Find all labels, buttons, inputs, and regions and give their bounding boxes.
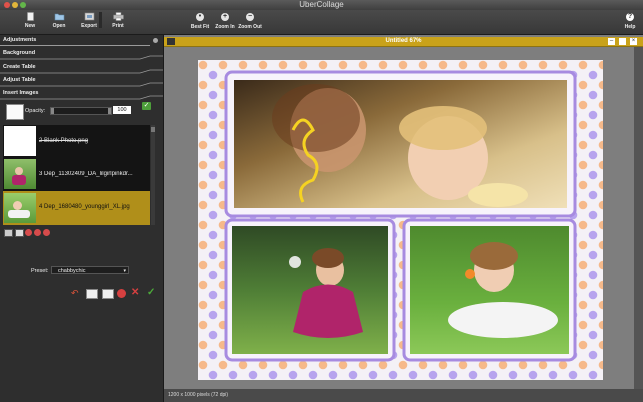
best-fit-button[interactable]: • Best Fit (189, 11, 211, 33)
export-icon (84, 12, 94, 21)
main-toolbar: New Open Export Print • Best Fit + Zoom … (0, 10, 643, 35)
image-list: 2 Blank Photo.png 3 Dep_11302409_DA_lilg… (3, 125, 150, 225)
new-button[interactable]: New (20, 11, 40, 33)
list-item-label: 3 Dep_11302409_DA_lilgirlpinkdr... (39, 171, 133, 177)
export-dropdown-arrow[interactable] (99, 12, 102, 28)
close-doc-button[interactable]: × (630, 38, 637, 45)
slider-right-arrow[interactable] (108, 108, 111, 114)
list-item-label: 4 Dep_1680480_younggirl_XL.jpg (39, 204, 130, 210)
zoom-out-button[interactable]: − Zoom Out (237, 11, 263, 33)
adjustments-settings-icon[interactable] (153, 38, 158, 43)
printer-icon (112, 12, 124, 21)
new-label: New (24, 23, 36, 29)
export-button[interactable]: Export (78, 11, 100, 33)
help-button[interactable]: ? Help (621, 11, 639, 33)
zoom-in-label: Zoom In (215, 24, 235, 30)
move-up-icon[interactable] (25, 229, 32, 236)
zoom-in-icon: + (221, 13, 229, 21)
app-title: UberCollage (299, 0, 344, 9)
document-canvas (164, 47, 634, 389)
canvas-vertical-scrollbar[interactable] (634, 47, 643, 389)
move-down-icon[interactable] (34, 229, 41, 236)
open-button[interactable]: Open (48, 11, 70, 33)
print-button[interactable]: Print (108, 11, 128, 33)
document-title: Untitled 67% (385, 38, 422, 44)
export-label: Export (81, 23, 97, 29)
list-item[interactable]: 3 Dep_11302409_DA_lilgirlpinkdr... (3, 158, 150, 190)
thumbnail-photo (4, 193, 36, 223)
opacity-value-field[interactable]: 100 (113, 106, 131, 114)
section-tab-divider (0, 55, 163, 60)
opacity-slider[interactable] (50, 107, 112, 115)
print-label: Print (112, 23, 124, 29)
opacity-label: Opacity: (25, 108, 46, 114)
list-item-selected[interactable]: 4 Dep_1680480_younggirl_XL.jpg (3, 191, 150, 225)
new-document-icon (26, 12, 34, 21)
confirm-check-icon[interactable]: ✓ (147, 287, 155, 298)
slider-left-arrow[interactable] (51, 108, 54, 114)
preset-select[interactable]: chabbychic ▾ (51, 266, 129, 274)
best-fit-icon: • (196, 13, 204, 21)
load-preset-icon[interactable] (102, 289, 114, 299)
remove-image-icon[interactable] (43, 229, 50, 236)
image-preview-swatch (6, 104, 24, 120)
list-item-label: 2 Blank Photo.png (39, 138, 89, 144)
list-item[interactable]: 2 Blank Photo.png (3, 125, 150, 157)
document-icon[interactable] (15, 229, 24, 237)
chevron-down-icon: ▾ (123, 268, 126, 274)
zoom-in-button[interactable]: + Zoom In (213, 11, 237, 33)
thumbnail-blank (4, 126, 36, 156)
apply-opacity-check-icon[interactable]: ✓ (142, 102, 151, 110)
open-folder-icon (54, 13, 64, 21)
collage-page (198, 60, 603, 380)
best-fit-label: Best Fit (190, 24, 210, 30)
delete-preset-icon[interactable] (117, 289, 126, 298)
help-label: Help (624, 24, 636, 30)
section-tab-divider (0, 95, 163, 100)
save-preset-icon[interactable] (86, 289, 98, 299)
help-icon: ? (626, 13, 634, 21)
maximize-doc-button[interactable] (619, 38, 626, 45)
undo-icon[interactable]: ↶ (71, 288, 79, 298)
document-titlebar: Untitled 67% – × (164, 37, 643, 47)
zoom-out-label: Zoom Out (238, 24, 262, 30)
open-label: Open (52, 23, 66, 29)
cancel-icon[interactable]: ✕ (131, 287, 139, 298)
minimize-doc-button[interactable]: – (608, 38, 615, 45)
image-list-scrollbar[interactable] (151, 125, 155, 225)
divider (0, 45, 150, 46)
canvas-area: Untitled 67% – × 1200 x 1000 pixels (72 … (164, 35, 643, 402)
left-panel: Adjustments Background Create Table Adju… (0, 35, 164, 402)
thumbnail-photo (4, 159, 36, 189)
adjustments-label: Adjustments (3, 37, 37, 43)
preset-value: chabbychic (58, 268, 86, 274)
image-icon[interactable] (4, 229, 13, 237)
zoom-out-icon: − (246, 13, 254, 21)
preset-label: Preset: (31, 268, 49, 274)
status-bar: 1200 x 1000 pixels (72 dpi) (164, 389, 643, 402)
